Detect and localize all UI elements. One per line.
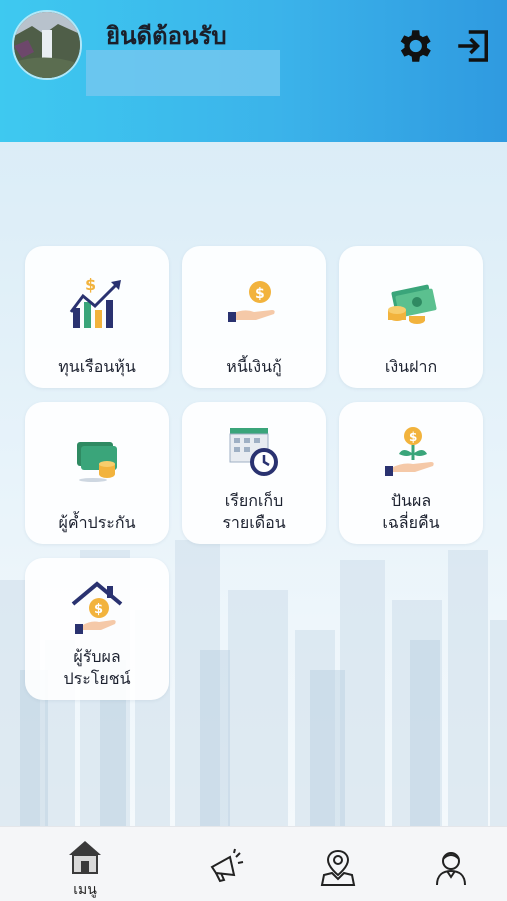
- nav-home-label: เมนู: [73, 882, 97, 898]
- home-icon: [69, 841, 101, 874]
- calendar-clock-icon: [229, 428, 278, 476]
- menu-tile-loan-debt[interactable]: $ หนี้เงินกู้: [182, 246, 326, 388]
- menu-label: ปันผล: [390, 491, 432, 510]
- bottom-navigation: เมนู: [0, 826, 507, 901]
- menu-tile-deposit[interactable]: เงินฝาก: [339, 246, 483, 388]
- svg-text:$: $: [85, 275, 96, 294]
- guarantor-cash-icon: [77, 442, 117, 482]
- menu-tile-beneficiary[interactable]: $ ผู้รับผล ประโยชน์: [25, 558, 169, 700]
- megaphone-icon: [210, 848, 244, 883]
- dividend-plant-icon: $: [385, 427, 434, 476]
- svg-text:$: $: [94, 602, 103, 617]
- nav-announcements[interactable]: [196, 835, 256, 895]
- menu-tile-guarantor[interactable]: ผู้ค้ำประกัน: [25, 402, 169, 544]
- profile-icon: [436, 852, 466, 886]
- menu-label-line-2: รายเดือน: [222, 513, 286, 532]
- menu-label-line-2: ประโยชน์: [63, 669, 131, 688]
- menu-tile-share-capital[interactable]: $ ทุนเรือนหุ้น: [25, 246, 169, 388]
- loan-coin-hand-icon: $: [228, 281, 275, 322]
- menu-grid: $ ทุนเรือนหุ้น $ หนี้เงินกู้ เงินฝาก ผู้…: [0, 0, 507, 900]
- svg-text:$: $: [255, 286, 265, 302]
- nav-map[interactable]: [308, 835, 368, 895]
- svg-text:$: $: [409, 430, 417, 444]
- map-pin-icon: [320, 849, 356, 886]
- beneficiary-house-icon: $: [71, 581, 123, 634]
- menu-label-line-2: เฉลี่ยคืน: [382, 513, 440, 532]
- nav-home[interactable]: เมนู: [55, 835, 115, 898]
- menu-label: ผู้รับผล: [73, 647, 121, 666]
- menu-tile-monthly-billing[interactable]: เรียกเก็บ รายเดือน: [182, 402, 326, 544]
- menu-label: หนี้เงินกู้: [226, 357, 282, 376]
- deposit-money-icon: [388, 284, 437, 324]
- menu-label: เงินฝาก: [384, 357, 438, 376]
- stock-growth-icon: $: [69, 275, 121, 328]
- menu-tile-dividend[interactable]: $ ปันผล เฉลี่ยคืน: [339, 402, 483, 544]
- menu-label: เรียกเก็บ: [224, 491, 284, 510]
- nav-profile[interactable]: [421, 835, 481, 895]
- menu-label: ผู้ค้ำประกัน: [58, 513, 136, 532]
- menu-label: ทุนเรือนหุ้น: [58, 357, 136, 376]
